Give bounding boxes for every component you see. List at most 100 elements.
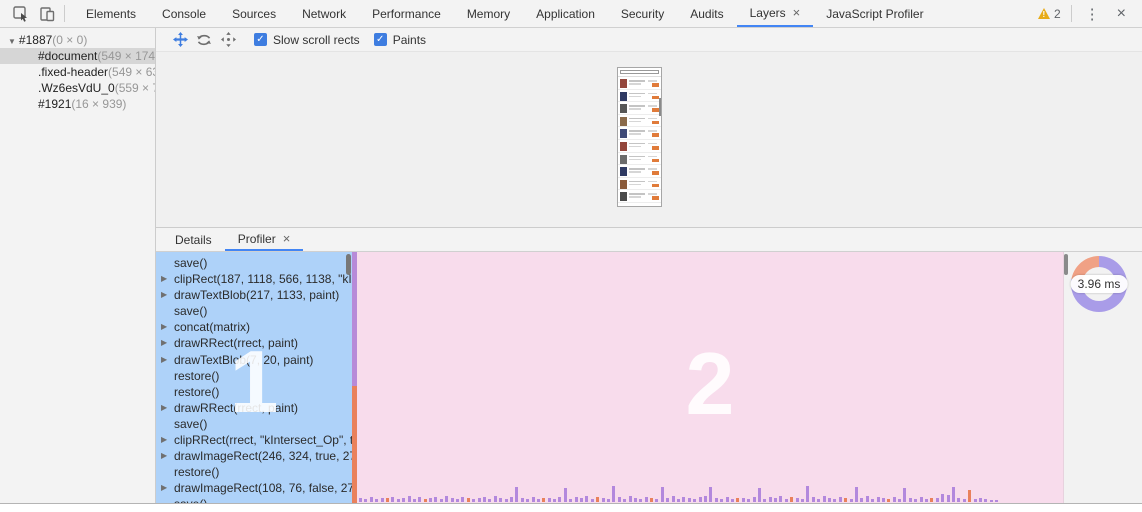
paint-time-bar[interactable] — [909, 498, 912, 502]
expander-arrow-icon[interactable]: ▶ — [161, 352, 167, 368]
paint-time-bar[interactable] — [720, 499, 723, 502]
paint-time-bar[interactable] — [677, 499, 680, 502]
layers-canvas[interactable] — [156, 52, 1142, 227]
paint-time-bar[interactable] — [893, 497, 896, 502]
tab-application[interactable]: Application — [523, 0, 608, 27]
paint-time-bar[interactable] — [386, 498, 389, 502]
paint-time-bar[interactable] — [936, 498, 939, 502]
paint-time-bar[interactable] — [564, 488, 567, 502]
tab-profiler[interactable]: Profiler × — [225, 228, 304, 251]
paint-time-bar[interactable] — [790, 497, 793, 502]
expander-arrow-icon[interactable]: ▶ — [161, 480, 167, 496]
paint-time-bar[interactable] — [623, 499, 626, 502]
slow-scroll-rects-checkbox[interactable]: ✓ Slow scroll rects — [254, 33, 360, 47]
paint-command-row[interactable]: ▶clipRect(187, 1118, 566, 1138, "kInters… — [156, 271, 352, 287]
paint-time-bar[interactable] — [984, 499, 987, 502]
paint-time-bar[interactable] — [828, 498, 831, 502]
paint-time-bar[interactable] — [580, 498, 583, 502]
paint-time-bar[interactable] — [391, 497, 394, 502]
paint-time-bar[interactable] — [887, 499, 890, 502]
paint-time-bar[interactable] — [575, 497, 578, 502]
paint-time-bar[interactable] — [763, 499, 766, 502]
paint-time-bar[interactable] — [731, 499, 734, 502]
paint-time-bar[interactable] — [655, 499, 658, 502]
tab-console[interactable]: Console — [149, 0, 219, 27]
paint-time-bar[interactable] — [715, 498, 718, 502]
paint-time-bar[interactable] — [596, 497, 599, 502]
paint-time-bar[interactable] — [381, 498, 384, 502]
paint-time-bar[interactable] — [779, 496, 782, 502]
tab-elements[interactable]: Elements — [73, 0, 149, 27]
expander-arrow-icon[interactable]: ▶ — [161, 287, 167, 303]
page-layer-thumbnail[interactable] — [617, 67, 662, 207]
timeline-scrollbar[interactable] — [1064, 254, 1068, 275]
paint-time-bar[interactable] — [650, 498, 653, 502]
paint-time-bar[interactable] — [914, 499, 917, 502]
paint-time-bar[interactable] — [952, 487, 955, 502]
paint-command-row[interactable]: ▶drawImageRect(108, 76, false, 276 — [156, 480, 352, 496]
paint-time-bar[interactable] — [898, 499, 901, 502]
paint-time-bar[interactable] — [602, 498, 605, 502]
paint-time-bar[interactable] — [877, 497, 880, 502]
paint-command-row[interactable]: restore() — [156, 464, 352, 480]
paint-time-bar[interactable] — [402, 498, 405, 502]
paint-time-bar[interactable] — [359, 498, 362, 502]
paint-time-bar[interactable] — [871, 499, 874, 502]
tab-network[interactable]: Network — [289, 0, 359, 27]
paint-command-row[interactable]: ▶drawRRect(rrect, paint) — [156, 335, 352, 351]
paint-time-bar[interactable] — [817, 499, 820, 502]
offset-mode-button[interactable] — [216, 29, 240, 51]
paint-time-bar[interactable] — [699, 497, 702, 502]
devtools-menu-button[interactable]: ⋮ — [1076, 5, 1109, 23]
paint-time-bar[interactable] — [548, 498, 551, 502]
paint-time-bar[interactable] — [833, 499, 836, 502]
paint-time-bar[interactable] — [634, 498, 637, 502]
paint-time-bar[interactable] — [688, 498, 691, 502]
paint-time-bar[interactable] — [747, 499, 750, 502]
paint-time-bar[interactable] — [774, 498, 777, 502]
command-log-scrollbar[interactable] — [346, 254, 351, 275]
paint-time-bar[interactable] — [364, 499, 367, 502]
paint-time-bar[interactable] — [434, 497, 437, 502]
devtools-close-button[interactable]: × — [1109, 5, 1134, 23]
paint-time-bar[interactable] — [796, 498, 799, 502]
tab-details[interactable]: Details — [162, 228, 225, 251]
paint-time-bar[interactable] — [693, 499, 696, 502]
paint-time-bar[interactable] — [855, 487, 858, 502]
layer-tree-item[interactable]: #document(549 × 174 — [0, 48, 155, 64]
paint-time-bar[interactable] — [850, 499, 853, 502]
paint-time-bar[interactable] — [995, 500, 998, 502]
paint-time-bar[interactable] — [672, 496, 675, 502]
paint-command-row[interactable]: save() — [156, 496, 352, 503]
paint-time-bar[interactable] — [408, 496, 411, 502]
paint-time-bar[interactable] — [429, 498, 432, 502]
inspect-element-button[interactable] — [8, 3, 34, 25]
paint-time-bar[interactable] — [424, 499, 427, 502]
paint-time-bar[interactable] — [413, 499, 416, 502]
paint-time-bar[interactable] — [472, 499, 475, 502]
layer-tree-item[interactable]: #1921(16 × 939) — [0, 96, 155, 112]
paint-time-bar[interactable] — [478, 498, 481, 502]
paint-time-bar[interactable] — [736, 498, 739, 502]
paint-time-bar[interactable] — [499, 498, 502, 502]
paint-time-bar[interactable] — [925, 499, 928, 502]
paint-time-bar[interactable] — [607, 499, 610, 502]
paint-command-row[interactable]: ▶drawTextBlob(7, 20, paint) — [156, 352, 352, 368]
paint-time-bar[interactable] — [666, 498, 669, 502]
paint-time-bar[interactable] — [645, 497, 648, 502]
paint-time-bar[interactable] — [494, 496, 497, 502]
paint-time-bar[interactable] — [618, 497, 621, 502]
layer-tree-item[interactable]: .Wz6esVdU_0(559 × 7 — [0, 80, 155, 96]
paint-time-bar[interactable] — [629, 496, 632, 502]
expander-arrow-icon[interactable]: ▶ — [161, 400, 167, 416]
paint-time-bar[interactable] — [806, 486, 809, 502]
paint-time-bar[interactable] — [483, 497, 486, 502]
paint-time-bar[interactable] — [510, 497, 513, 502]
paint-time-bar[interactable] — [801, 499, 804, 502]
device-toolbar-button[interactable] — [34, 3, 60, 25]
layer-tree-item[interactable]: .fixed-header(549 × 63 — [0, 64, 155, 80]
paint-time-bar[interactable] — [682, 497, 685, 502]
tab-security[interactable]: Security — [608, 0, 677, 27]
paint-time-bar[interactable] — [957, 498, 960, 502]
paint-time-bar[interactable] — [397, 499, 400, 502]
